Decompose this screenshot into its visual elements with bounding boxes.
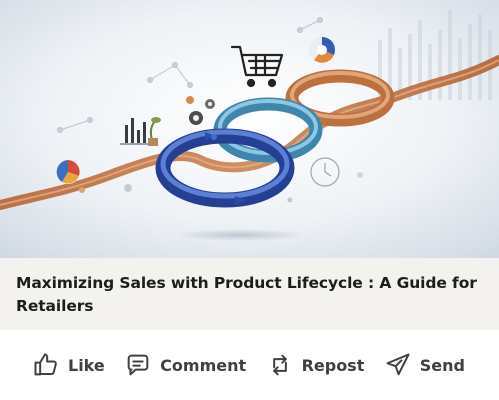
send-button[interactable]: Send <box>384 351 465 379</box>
social-action-bar: Like Comment Repost Send <box>0 330 499 400</box>
pie-chart-left-graphic <box>56 160 80 184</box>
send-icon <box>384 351 412 379</box>
comment-icon <box>124 351 152 379</box>
send-label: Send <box>419 355 465 375</box>
repost-button[interactable]: Repost <box>266 351 365 379</box>
comment-label: Comment <box>160 355 247 375</box>
post-image[interactable] <box>0 0 499 258</box>
repost-label: Repost <box>301 355 365 375</box>
like-label: Like <box>68 355 105 375</box>
like-icon <box>32 351 60 379</box>
like-button[interactable]: Like <box>32 351 105 379</box>
post-title[interactable]: Maximizing Sales with Product Lifecycle … <box>16 272 483 318</box>
comment-button[interactable]: Comment <box>124 351 246 379</box>
post-card: Maximizing Sales with Product Lifecycle … <box>0 0 499 400</box>
repost-icon <box>266 351 294 379</box>
pie-chart-graphic <box>309 37 335 63</box>
post-title-band[interactable]: Maximizing Sales with Product Lifecycle … <box>0 258 499 330</box>
